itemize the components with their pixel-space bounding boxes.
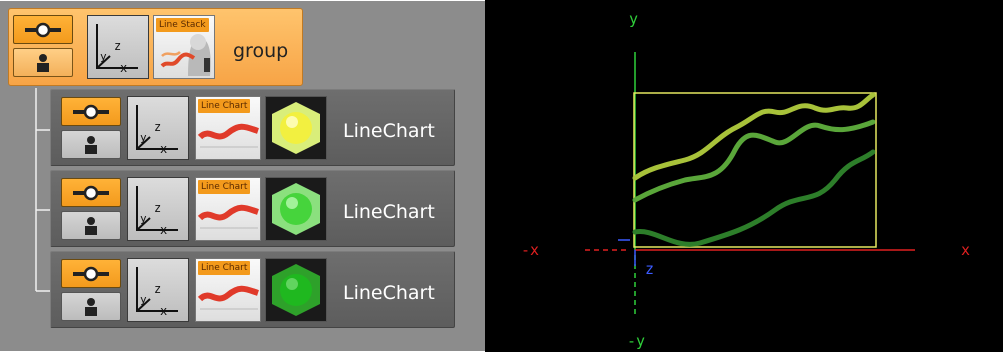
eye-icon [73,104,109,119]
svg-text:x: x [160,142,167,156]
material-sphere-icon [272,264,320,316]
transform-tile[interactable]: y z x [127,177,189,241]
svg-text:y: y [140,212,147,225]
svg-text:z: z [154,282,161,296]
lock-toggle[interactable] [61,211,121,240]
line-chart-icon [197,123,259,148]
axis-icon: y z x [136,105,178,156]
viewport-3d[interactable]: y -y x -x z [485,0,1003,352]
svg-text:z: z [154,201,161,215]
viewport-canvas [585,52,915,318]
svg-text:z: z [154,120,161,134]
x-axis-label: x [961,241,971,259]
lock-icon [85,297,97,316]
transform-tile[interactable]: y z x [127,96,189,160]
visibility-toggle[interactable] [13,15,73,44]
lock-icon [37,53,49,72]
line-stack-icon [160,34,211,76]
eye-icon [73,185,109,200]
axis-icon: y z x [96,24,138,75]
svg-text:y: y [100,50,107,63]
node-name: LineChart [343,282,435,304]
svg-text:z: z [114,39,121,53]
transform-tile[interactable]: y z x [87,15,149,79]
group-name: group [233,40,289,62]
line-chart-icon [197,285,259,310]
material-tile[interactable] [265,258,327,322]
visibility-controls [61,259,121,321]
svg-text:x: x [160,223,167,237]
node-name: LineChart [343,120,435,142]
y-axis-label: y [629,10,639,28]
line-series-2 [632,119,876,203]
material-tile[interactable] [265,177,327,241]
line-chart-thumbnail[interactable]: Line Chart [195,177,261,241]
svg-text:y: y [140,131,147,144]
svg-text:x: x [120,61,127,75]
neg-x-axis-label: -x [521,241,540,259]
lock-toggle[interactable] [61,130,121,159]
line-chart-icon [197,204,259,229]
z-axis-label: z [645,260,655,278]
svg-text:y: y [140,293,147,306]
tree-item-linechart[interactable]: y z x Line Chart LineChart [50,170,455,247]
lock-toggle[interactable] [13,48,73,77]
visibility-toggle[interactable] [61,97,121,126]
node-name: LineChart [343,201,435,223]
line-chart-thumbnail[interactable]: Line Chart [195,258,261,322]
svg-text:x: x [160,304,167,318]
visibility-controls [61,97,121,159]
line-chart-thumbnail[interactable]: Line Chart [195,96,261,160]
tree-item-linechart[interactable]: y z x Line Chart LineChart [50,251,455,328]
tree-item-linechart[interactable]: y z x Line Chart LineChart [50,89,455,166]
visibility-toggle[interactable] [61,178,121,207]
eye-icon [25,22,61,37]
visibility-controls [13,15,73,77]
axis-icon: y z x [136,186,178,237]
lock-toggle[interactable] [61,292,121,321]
scene-tree-panel: y z x Line Stack group y z x Line Chart … [0,0,485,352]
neg-y-axis-label: -y [627,332,646,350]
transform-tile[interactable]: y z x [127,258,189,322]
material-tile[interactable] [265,96,327,160]
axis-icon: y z x [136,267,178,318]
material-sphere-icon [272,183,320,235]
lock-icon [85,135,97,154]
eye-icon [73,266,109,281]
tree-item-group[interactable]: y z x Line Stack group [8,8,303,86]
material-sphere-icon [272,102,320,154]
visibility-toggle[interactable] [61,259,121,288]
line-stack-thumbnail[interactable]: Line Stack [153,15,215,79]
visibility-controls [61,178,121,240]
lock-icon [85,216,97,235]
